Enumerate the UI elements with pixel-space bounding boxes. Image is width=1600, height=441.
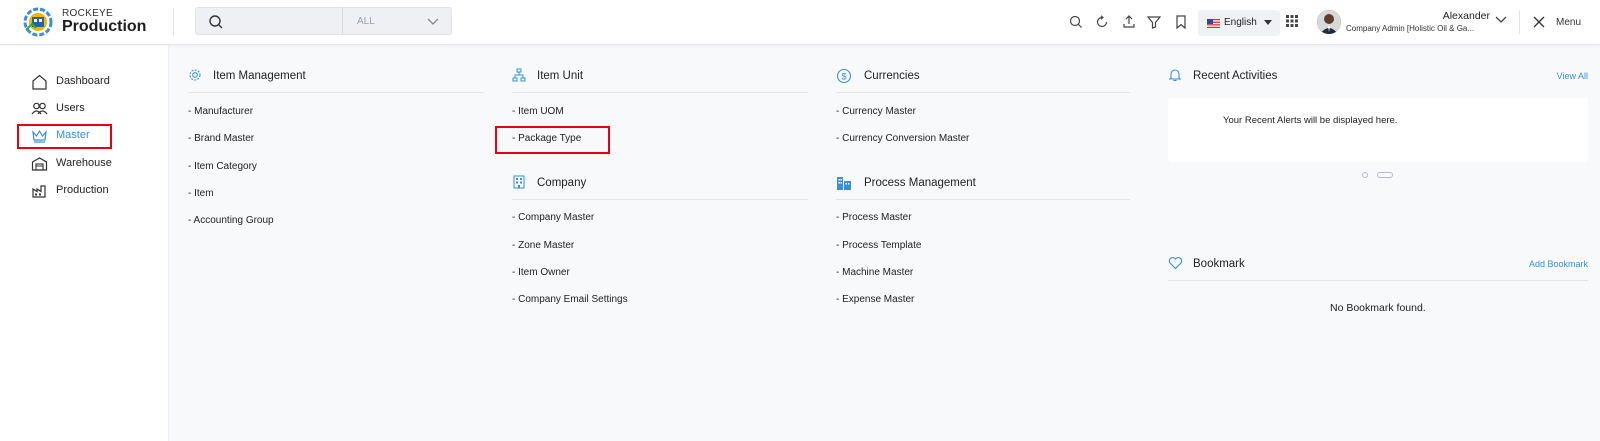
recent-alerts-card: Your Recent Alerts will be displayed her… [1168, 98, 1588, 162]
section-divider [836, 199, 1130, 200]
section-company: Company [512, 173, 808, 203]
section-divider [512, 199, 808, 200]
section-process-management: Process Management [836, 173, 1130, 203]
menu-button[interactable]: Menu [1556, 17, 1581, 28]
search-icon [209, 15, 223, 29]
dollar-circle-icon: $ [836, 68, 852, 84]
view-all-link[interactable]: View All [1557, 71, 1588, 81]
avatar[interactable] [1317, 10, 1341, 34]
link-accounting-group[interactable]: - Accounting Group [188, 215, 274, 226]
section-divider [512, 92, 808, 93]
chevron-down-icon [427, 18, 439, 25]
section-title: Currencies [864, 70, 920, 82]
link-process-master[interactable]: - Process Master [836, 212, 912, 223]
top-header: ROCKEYE Production ALL English Alexander… [0, 0, 1600, 45]
close-icon[interactable] [1533, 16, 1545, 28]
link-company-email-settings[interactable]: - Company Email Settings [512, 294, 628, 305]
search-filter-value: ALL [357, 16, 375, 27]
section-divider [836, 92, 1130, 93]
section-title: Recent Activities [1193, 70, 1278, 82]
section-title: Process Management [864, 177, 976, 189]
section-item-unit: Item Unit [512, 66, 808, 96]
user-name[interactable]: Alexander [1430, 10, 1490, 22]
link-machine-master[interactable]: - Machine Master [836, 267, 913, 278]
sidebar-item-users[interactable]: Users [31, 99, 151, 119]
svg-text:$: $ [841, 72, 846, 82]
warehouse-icon [31, 157, 48, 171]
users-icon [31, 102, 48, 115]
caret-down-icon [1264, 20, 1272, 25]
refresh-icon[interactable] [1094, 14, 1110, 30]
section-divider [1168, 280, 1588, 281]
link-company-master[interactable]: - Company Master [512, 212, 594, 223]
sidebar-item-label: Warehouse [56, 157, 112, 169]
link-manufacturer[interactable]: - Manufacturer [188, 106, 253, 117]
link-currency-master[interactable]: - Currency Master [836, 106, 916, 117]
section-title: Company [537, 177, 587, 189]
search-input[interactable] [195, 7, 343, 35]
brand-title: Production [62, 18, 147, 35]
city-buildings-icon [837, 177, 851, 190]
link-item[interactable]: - Item [188, 188, 214, 199]
link-zone-master[interactable]: - Zone Master [512, 240, 574, 251]
search-icon[interactable] [1068, 14, 1084, 30]
filter-icon[interactable] [1146, 14, 1162, 30]
gear-icon [189, 69, 201, 81]
header-divider [1519, 10, 1520, 34]
link-brand-master[interactable]: - Brand Master [188, 133, 254, 144]
rockeye-logo-icon[interactable] [22, 6, 54, 38]
heart-icon [1168, 257, 1183, 270]
carousel-dot[interactable] [1362, 172, 1368, 178]
factory-icon [32, 185, 46, 198]
sidebar-item-label: Production [56, 184, 109, 196]
apps-grid-icon[interactable] [1284, 13, 1300, 29]
us-flag-icon [1207, 19, 1220, 28]
bell-icon [1168, 69, 1182, 82]
header-divider [173, 8, 174, 36]
sidebar-item-label: Dashboard [56, 75, 110, 87]
recent-alerts-empty-text: Your Recent Alerts will be displayed her… [1223, 115, 1398, 126]
user-role: Company Admin [Holistic Oil & Ga... [1346, 24, 1475, 33]
highlight-box-master [17, 124, 112, 149]
no-bookmark-text: No Bookmark found. [1330, 302, 1426, 314]
sidebar-item-dashboard[interactable]: Dashboard [31, 72, 151, 92]
search-filter-select[interactable]: ALL [342, 7, 452, 35]
section-recent-activities: Recent Activities View All [1168, 66, 1588, 96]
link-item-category[interactable]: - Item Category [188, 161, 257, 172]
link-item-owner[interactable]: - Item Owner [512, 267, 570, 278]
section-title: Bookmark [1193, 258, 1245, 270]
highlight-box-package-type [495, 126, 610, 154]
section-title: Item Unit [537, 70, 584, 82]
link-expense-master[interactable]: - Expense Master [836, 294, 914, 305]
language-selector[interactable]: English [1198, 10, 1280, 36]
sidebar-item-label: Users [56, 102, 85, 114]
sidebar-item-warehouse[interactable]: Warehouse [31, 154, 151, 174]
section-currencies: $ Currencies [836, 66, 1130, 96]
chevron-down-icon[interactable] [1495, 16, 1507, 24]
building-icon [513, 175, 525, 189]
add-bookmark-link[interactable]: Add Bookmark [1529, 259, 1588, 269]
link-process-template[interactable]: - Process Template [836, 240, 921, 251]
section-divider [188, 92, 484, 93]
hierarchy-icon [512, 68, 526, 82]
link-currency-conversion-master[interactable]: - Currency Conversion Master [836, 133, 969, 144]
upload-icon[interactable] [1121, 14, 1137, 30]
sidebar-item-production[interactable]: Production [31, 181, 151, 201]
bookmark-icon[interactable] [1173, 14, 1189, 30]
section-item-management: Item Management [188, 66, 484, 96]
carousel-dot-active[interactable] [1377, 172, 1393, 178]
home-icon [32, 74, 47, 90]
language-label: English [1224, 17, 1257, 28]
link-item-uom[interactable]: - Item UOM [512, 106, 564, 117]
section-bookmark: Bookmark Add Bookmark [1168, 254, 1588, 284]
section-title: Item Management [213, 70, 306, 82]
